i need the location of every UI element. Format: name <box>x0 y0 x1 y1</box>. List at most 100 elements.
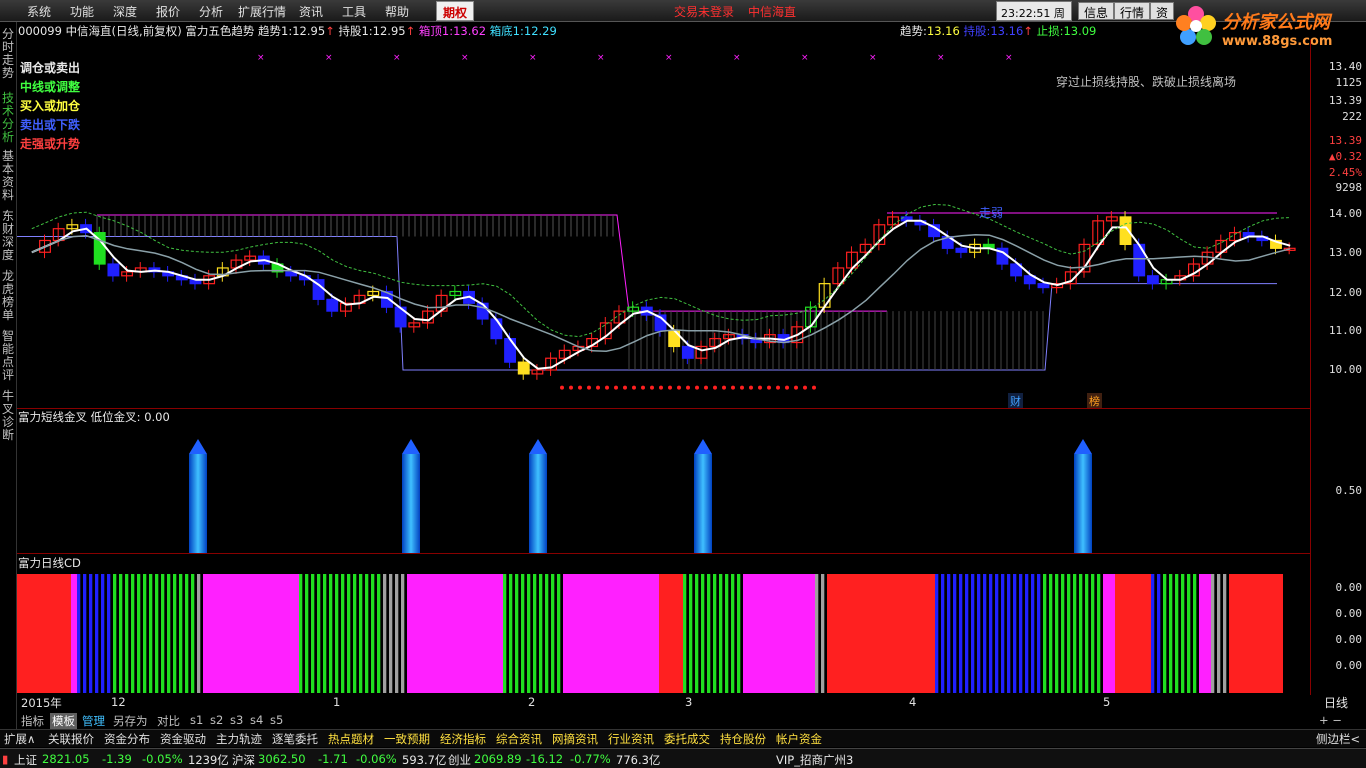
cd-bar <box>1055 574 1059 693</box>
tab2-account[interactable]: 帐户资金 <box>776 731 822 747</box>
menu-system[interactable]: 系统 <box>27 3 51 20</box>
candle-body <box>517 361 530 375</box>
legend-mid: 中线或调整 <box>20 80 81 94</box>
tab2-main-track[interactable]: 主力轨迹 <box>216 731 262 747</box>
menu-depth[interactable]: 深度 <box>113 3 137 20</box>
golden-cross-indicator[interactable] <box>17 408 1310 553</box>
sidebar-toggle[interactable]: 侧边栏< <box>1316 731 1360 747</box>
signal-dot <box>569 385 573 390</box>
axis-tick-11: 11.00 <box>1328 324 1362 337</box>
daily-cd-indicator[interactable] <box>17 553 1310 693</box>
menu-tools[interactable]: 工具 <box>342 3 366 20</box>
server-name[interactable]: VIP_招商广州3 <box>776 752 853 768</box>
sidebar-tab-intraday[interactable]: 分时走势 <box>2 28 16 80</box>
cd-bar <box>467 574 473 693</box>
cd-bar <box>1121 574 1127 693</box>
tab2-news[interactable]: 综合资讯 <box>496 731 542 747</box>
period-label: 日线 <box>1324 696 1349 710</box>
cd-bar <box>1013 574 1017 693</box>
menu-quote[interactable]: 报价 <box>156 3 180 20</box>
tab-s2[interactable]: s2 <box>210 713 223 727</box>
cd-bar <box>293 574 299 693</box>
ind1-value: 0.00 <box>144 410 170 424</box>
tab-s3[interactable]: s3 <box>230 713 243 727</box>
axis-label-volume: 9298 <box>1335 181 1363 194</box>
tab2-expand[interactable]: 扩展∧ <box>4 731 35 747</box>
signal-dot <box>776 385 780 390</box>
quote-button[interactable]: 行情 <box>1114 2 1151 20</box>
cd-bar <box>29 574 35 693</box>
sidebar-tab-comment[interactable]: 智能点评 <box>2 330 16 382</box>
tab2-fund-drive[interactable]: 资金驱动 <box>160 731 206 747</box>
tab-s1[interactable]: s1 <box>190 713 203 727</box>
boxbot1-value: 12.29 <box>523 24 557 38</box>
price-axis: 13.40 1125 13.39 222 13.39 ▲0.32 2.45% 9… <box>1310 40 1366 695</box>
cd-bar <box>521 574 525 693</box>
sidebar-tab-eastmoney[interactable]: 东财深度 <box>2 210 16 262</box>
info-button[interactable]: 信息 <box>1078 2 1115 20</box>
tab2-web-news[interactable]: 网摘资讯 <box>552 731 598 747</box>
cd-bar <box>221 574 227 693</box>
cd-bar <box>125 574 129 693</box>
sidebar-tab-technical[interactable]: 技术分析 <box>2 92 16 144</box>
menu-options[interactable]: 期权 <box>436 1 475 21</box>
indicator-info-right: 趋势:13.16 持股:13.16↑ 止损:13.09 <box>900 24 1097 38</box>
tab2-related[interactable]: 关联报价 <box>48 731 94 747</box>
tab2-industry[interactable]: 行业资讯 <box>608 731 654 747</box>
axis-tick-10: 10.00 <box>1328 363 1362 376</box>
hs-pct: -0.06% <box>356 752 397 766</box>
sh-label[interactable]: 上证 <box>14 752 37 768</box>
finance-badge[interactable]: 财 <box>1008 393 1023 409</box>
cd-bar <box>893 574 899 693</box>
tab-s4[interactable]: s4 <box>250 713 263 727</box>
axis-label-change: ▲0.32 <box>1328 150 1362 163</box>
ind2-title: 富力日线CD <box>18 556 81 570</box>
signal-dot <box>632 385 636 390</box>
tab-save-as[interactable]: 另存为 <box>113 713 148 729</box>
cd-bar <box>785 574 791 693</box>
tab2-consensus[interactable]: 一致预期 <box>384 731 430 747</box>
hs-label[interactable]: 沪深 <box>232 752 255 768</box>
tab2-fund-dist[interactable]: 资金分布 <box>104 731 150 747</box>
cd-bar <box>455 574 461 693</box>
tab-s5[interactable]: s5 <box>270 713 283 727</box>
trade-status[interactable]: 交易未登录 <box>674 3 734 20</box>
broker-name: 中信海直 <box>748 5 797 19</box>
marker-x: × <box>733 53 741 63</box>
zoom-buttons[interactable]: + − <box>1319 713 1342 727</box>
cd-bar <box>107 574 111 693</box>
tab-template[interactable]: 模板 <box>50 713 77 729</box>
tab-compare[interactable]: 对比 <box>157 713 180 729</box>
cd-bar <box>53 574 59 693</box>
rank-badge[interactable]: 榜 <box>1087 393 1102 409</box>
trend1-label: 趋势1: <box>258 24 293 38</box>
menu-news[interactable]: 资讯 <box>299 3 323 20</box>
cy-label[interactable]: 创业 <box>448 752 471 768</box>
weak-label: 走弱 <box>979 206 1004 220</box>
menu-function[interactable]: 功能 <box>70 3 94 20</box>
tab2-deals[interactable]: 委托成交 <box>664 731 710 747</box>
tab-manage[interactable]: 管理 <box>82 713 105 729</box>
sidebar-tab-basic[interactable]: 基本资料 <box>2 150 16 202</box>
menu-ext-market[interactable]: 扩展行情 <box>238 3 286 20</box>
cd-bar <box>179 574 183 693</box>
cd-bar <box>287 574 293 693</box>
tab2-economy[interactable]: 经济指标 <box>440 731 486 747</box>
cd-bar <box>479 574 485 693</box>
cd-bar <box>587 574 593 693</box>
cd-bar <box>683 574 687 693</box>
tab2-order[interactable]: 逐笔委托 <box>272 731 318 747</box>
cd-bar <box>1007 574 1011 693</box>
sidebar-tab-dragon[interactable]: 龙虎榜单 <box>2 270 16 322</box>
sidebar-tab-diagnose[interactable]: 牛叉诊断 <box>2 390 16 442</box>
menu-analysis[interactable]: 分析 <box>199 3 223 20</box>
tab-indicator[interactable]: 指标 <box>21 713 44 729</box>
ind2-axis-tick-1: 0.00 <box>1335 581 1363 594</box>
cd-bar <box>563 574 569 693</box>
cd-bar <box>791 574 797 693</box>
tab2-holdings[interactable]: 持仓股份 <box>720 731 766 747</box>
cd-bar <box>695 574 699 693</box>
menu-help[interactable]: 帮助 <box>385 3 409 20</box>
kline-chart[interactable]: × × × × × × × × × × × × <box>17 40 1310 408</box>
tab2-hot[interactable]: 热点题材 <box>328 731 374 747</box>
